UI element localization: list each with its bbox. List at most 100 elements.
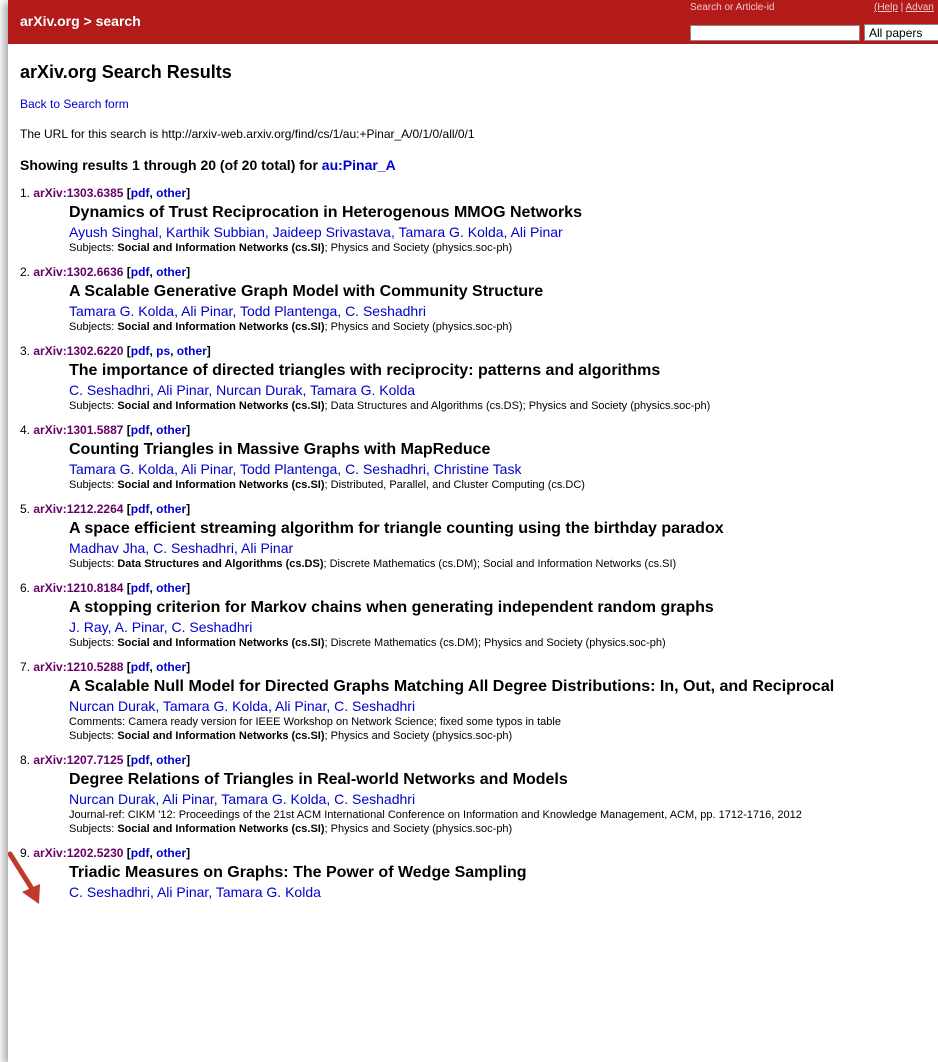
author-link[interactable]: Tamara G. Kolda: [398, 224, 503, 240]
format-link-pdf[interactable]: pdf: [131, 186, 150, 200]
result-title: A Scalable Null Model for Directed Graph…: [69, 678, 835, 695]
format-link-pdf[interactable]: pdf: [131, 660, 150, 674]
format-link-other[interactable]: other: [156, 502, 186, 516]
author-link[interactable]: Ali Pinar: [511, 224, 563, 240]
help-link[interactable]: (Help: [874, 2, 898, 13]
result-header: 2. arXiv:1302.6636 [pdf, other]: [20, 265, 935, 279]
result-header: 3. arXiv:1302.6220 [pdf, ps, other]: [20, 344, 935, 358]
result-number: 7.: [20, 660, 31, 674]
author-link[interactable]: Nurcan Durak: [69, 791, 155, 807]
arxiv-id-link[interactable]: arXiv:1301.5887: [33, 423, 123, 437]
result-number: 2.: [20, 265, 31, 279]
author-link[interactable]: C. Seshadhri: [345, 461, 426, 477]
author-link[interactable]: Ali Pinar: [157, 382, 208, 398]
query-link[interactable]: au:Pinar_A: [322, 157, 396, 173]
result-title: A space efficient streaming algorithm fo…: [69, 520, 724, 537]
subjects-line: Subjects: Social and Information Network…: [69, 730, 935, 742]
author-link[interactable]: Tamara G. Kolda: [163, 698, 268, 714]
author-link[interactable]: Ali Pinar: [162, 791, 213, 807]
author-list: C. Seshadhri, Ali Pinar, Nurcan Durak, T…: [69, 382, 416, 398]
arxiv-id-link[interactable]: arXiv:1302.6636: [33, 265, 123, 279]
format-link-pdf[interactable]: pdf: [131, 423, 150, 437]
list-item: 6. arXiv:1210.8184 [pdf, other] A stoppin…: [20, 581, 935, 649]
format-link-other[interactable]: other: [156, 265, 186, 279]
author-link[interactable]: C. Seshadhri: [345, 303, 426, 319]
result-header: 8. arXiv:1207.7125 [pdf, other]: [20, 753, 935, 767]
author-link[interactable]: Ali Pinar: [157, 884, 208, 900]
primary-subject: Social and Information Networks (cs.SI): [117, 242, 325, 254]
author-list: Madhav Jha, C. Seshadhri, Ali Pinar: [69, 540, 294, 556]
arxiv-id-link[interactable]: arXiv:1212.2264: [33, 502, 123, 516]
author-link[interactable]: Jaideep Srivastava: [273, 224, 391, 240]
arxiv-id-link[interactable]: arXiv:1210.5288: [33, 660, 123, 674]
author-link[interactable]: C. Seshadhri: [171, 619, 252, 635]
author-link[interactable]: Tamara G. Kolda: [216, 884, 321, 900]
author-link[interactable]: Ayush Singhal: [69, 224, 158, 240]
format-link-other[interactable]: other: [156, 660, 186, 674]
arxiv-id-link[interactable]: arXiv:1207.7125: [33, 753, 123, 767]
bracket: ]: [186, 581, 191, 595]
author-link[interactable]: Ali Pinar: [181, 461, 232, 477]
format-link-other[interactable]: other: [156, 423, 186, 437]
author-link[interactable]: Christine Task: [434, 461, 522, 477]
format-link-ps[interactable]: ps: [156, 344, 170, 358]
format-link-other[interactable]: other: [156, 186, 186, 200]
author-link[interactable]: Ali Pinar: [241, 540, 293, 556]
author-link[interactable]: Nurcan Durak: [216, 382, 302, 398]
search-input[interactable]: [690, 25, 860, 41]
author-link[interactable]: Todd Plantenga: [240, 303, 337, 319]
author-link[interactable]: C. Seshadhri: [334, 791, 415, 807]
format-link-other[interactable]: other: [156, 753, 186, 767]
result-title: Degree Relations of Triangles in Real-wo…: [69, 771, 568, 788]
author-link[interactable]: C. Seshadhri: [69, 884, 150, 900]
list-item: 7. arXiv:1210.5288 [pdf, other] A Scalabl…: [20, 660, 935, 742]
author-link[interactable]: C. Seshadhri: [69, 382, 150, 398]
author-link[interactable]: Tamara G. Kolda: [221, 791, 326, 807]
author-link[interactable]: Tamara G. Kolda: [69, 303, 174, 319]
author-link[interactable]: Nurcan Durak: [69, 698, 155, 714]
format-link-other[interactable]: other: [156, 581, 186, 595]
other-subjects: ; Physics and Society (physics.soc-ph): [324, 823, 513, 835]
bracket: ]: [186, 753, 191, 767]
bracket: ]: [186, 660, 191, 674]
author-link[interactable]: Ali Pinar: [275, 698, 326, 714]
breadcrumb[interactable]: arXiv.org > search: [20, 13, 141, 29]
result-body: A space efficient streaming algorithm fo…: [69, 520, 935, 570]
author-link[interactable]: Tamara G. Kolda: [69, 461, 174, 477]
subjects-prefix: Subjects:: [69, 730, 118, 742]
author-link[interactable]: J. Ray: [69, 619, 108, 635]
format-link-pdf[interactable]: pdf: [131, 265, 150, 279]
primary-subject: Social and Information Networks (cs.SI): [117, 637, 325, 649]
format-link-other[interactable]: other: [156, 846, 186, 860]
header-bar: arXiv.org > search Search or Article-id …: [8, 0, 938, 44]
arxiv-id-link[interactable]: arXiv:1302.6220: [33, 344, 123, 358]
other-subjects: ; Physics and Society (physics.soc-ph): [324, 242, 513, 254]
author-list: Tamara G. Kolda, Ali Pinar, Todd Planten…: [69, 461, 522, 477]
result-header: 7. arXiv:1210.5288 [pdf, other]: [20, 660, 935, 674]
author-link[interactable]: C. Seshadhri: [334, 698, 415, 714]
author-link[interactable]: Todd Plantenga: [240, 461, 337, 477]
author-link[interactable]: Karthik Subbian: [166, 224, 265, 240]
result-title: A stopping criterion for Markov chains w…: [69, 599, 714, 616]
format-link-pdf[interactable]: pdf: [131, 581, 150, 595]
author-link[interactable]: Ali Pinar: [181, 303, 232, 319]
result-header: 9. arXiv:1202.5230 [pdf, other]: [20, 846, 935, 860]
author-link[interactable]: C. Seshadhri: [153, 540, 234, 556]
advanced-link[interactable]: Advan: [906, 2, 934, 13]
result-number: 4.: [20, 423, 31, 437]
author-link[interactable]: A. Pinar: [115, 619, 164, 635]
format-link-pdf[interactable]: pdf: [131, 753, 150, 767]
format-link-other[interactable]: other: [177, 344, 207, 358]
arxiv-id-link[interactable]: arXiv:1210.8184: [33, 581, 123, 595]
format-link-pdf[interactable]: pdf: [131, 344, 150, 358]
author-link[interactable]: Madhav Jha: [69, 540, 145, 556]
help-links: (Help | Advan: [874, 2, 934, 13]
format-link-pdf[interactable]: pdf: [131, 502, 150, 516]
list-item: 4. arXiv:1301.5887 [pdf, other] Counting …: [20, 423, 935, 491]
search-scope-select[interactable]: All papers: [864, 24, 938, 41]
other-subjects: ; Physics and Society (physics.soc-ph): [324, 321, 513, 333]
arxiv-id-link[interactable]: arXiv:1303.6385: [33, 186, 123, 200]
back-to-search-link[interactable]: Back to Search form: [20, 97, 129, 111]
format-link-pdf[interactable]: pdf: [131, 846, 150, 860]
author-link[interactable]: Tamara G. Kolda: [310, 382, 415, 398]
